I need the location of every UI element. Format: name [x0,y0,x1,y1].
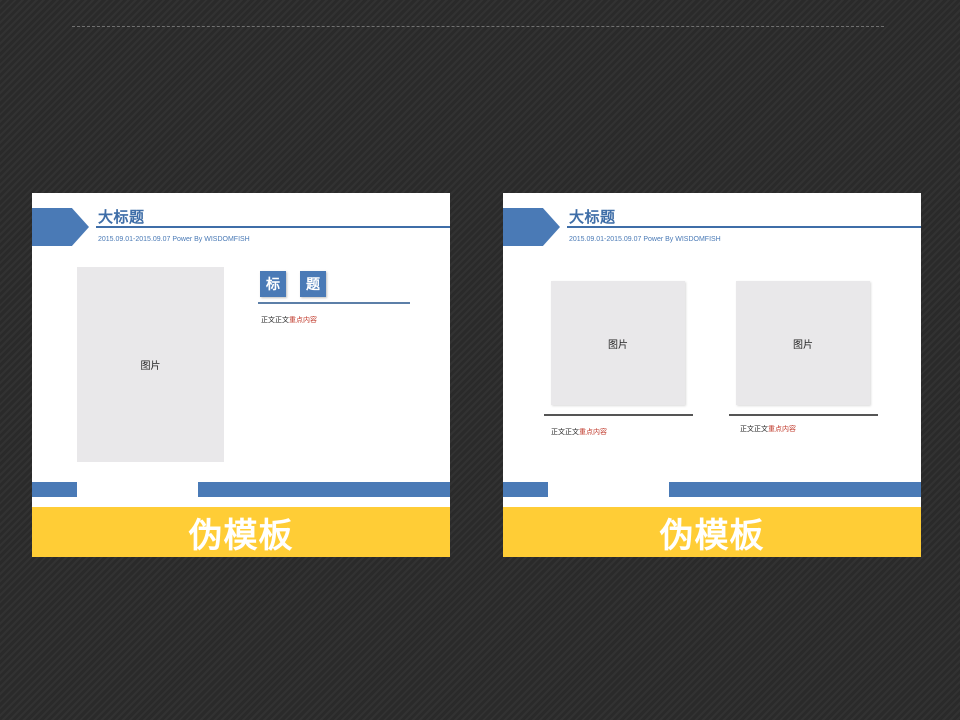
template-slide-1[interactable]: 大标题 2015.09.01-2015.09.07 Power By WISDO… [32,193,450,557]
slide-subtitle: 2015.09.01-2015.09.07 Power By WISDOMFIS… [98,236,250,243]
slide-title: 大标题 [569,208,616,226]
template-slide-2[interactable]: 大标题 2015.09.01-2015.09.07 Power By WISDO… [503,193,921,557]
arrow-shape-icon [503,208,560,246]
heading-char: 题 [306,277,320,293]
banner-text: 伪模板 [188,515,294,556]
body-text-plain: 正文正文 [261,316,289,324]
caption-text: 正文正文重点内容 [740,424,796,434]
image-placeholder-label: 图片 [608,339,628,351]
footer-blue-bar-left [32,482,77,497]
heading-char: 标 [266,277,280,293]
image-placeholder-label: 图片 [140,361,161,372]
image-placeholder[interactable]: 图片 [77,267,224,462]
image-placeholder-label: 图片 [793,339,813,351]
body-text: 正文正文重点内容 [261,315,317,325]
heading-char-box: 标 [260,271,286,297]
title-underline [567,226,921,228]
footer-blue-bar-right [669,482,921,497]
slide-title: 大标题 [98,208,145,226]
caption-text-highlight: 重点内容 [768,425,796,433]
heading-char-box: 题 [300,271,326,297]
caption-text-plain: 正文正文 [551,428,579,436]
caption-text-highlight: 重点内容 [579,428,607,436]
banner-text: 伪模板 [659,515,765,556]
image-placeholder[interactable]: 图片 [736,281,870,405]
banner: 伪模板 [32,507,450,557]
image-placeholder[interactable]: 图片 [551,281,685,405]
footer-blue-bar-left [503,482,548,497]
footer-blue-bar-right [198,482,450,497]
top-dashed-divider [72,26,884,27]
banner: 伪模板 [503,507,921,557]
heading-underline [258,302,410,304]
title-underline [96,226,450,228]
caption-divider [544,414,693,416]
slide-subtitle: 2015.09.01-2015.09.07 Power By WISDOMFIS… [569,236,721,243]
caption-text-plain: 正文正文 [740,425,768,433]
arrow-shape-icon [32,208,89,246]
caption-text: 正文正文重点内容 [551,427,607,437]
body-text-highlight: 重点内容 [289,316,317,324]
caption-divider [729,414,878,416]
